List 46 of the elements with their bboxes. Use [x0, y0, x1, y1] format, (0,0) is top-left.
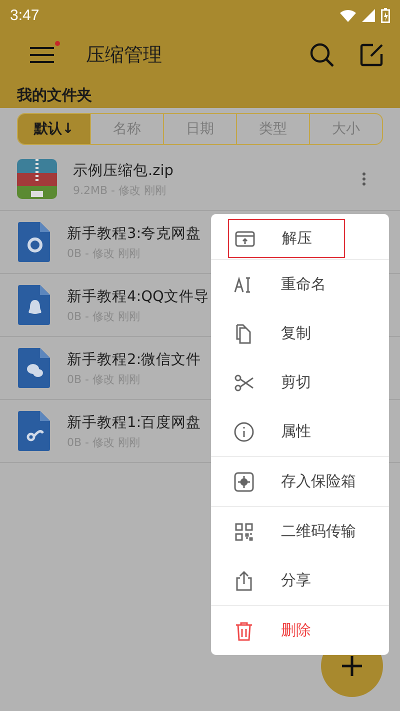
menu-icon [30, 45, 54, 65]
menu-label: 重命名 [281, 275, 326, 294]
menu-item[interactable]: 存入保险箱 [211, 457, 389, 506]
menu-item[interactable]: 重命名 [211, 260, 389, 309]
edit-icon [360, 43, 384, 67]
menu-item[interactable]: 分享 [211, 556, 389, 605]
zip-archive-icon [17, 159, 57, 199]
file-name: 示例压缩包.zip [73, 162, 174, 180]
folder-heading: 我的文件夹 [16, 85, 93, 106]
file-name: 新手教程4:QQ文件导 [67, 288, 209, 306]
trash-icon [233, 620, 255, 642]
info-icon [233, 420, 255, 442]
battery-icon [381, 8, 390, 22]
document-icon [17, 347, 51, 389]
plus-icon [342, 656, 362, 676]
file-name: 新手教程2:微信文件 [67, 350, 202, 368]
menu-label: 属性 [281, 422, 311, 441]
menu-item[interactable]: 剪切 [211, 358, 389, 407]
menu-item[interactable]: 复制 [211, 309, 389, 358]
more-icon[interactable] [362, 172, 366, 186]
document-icon [17, 221, 51, 263]
search-button[interactable] [308, 41, 336, 69]
menu-label: 剪切 [281, 373, 311, 392]
menu-label: 二维码传输 [281, 522, 356, 541]
document-icon [17, 410, 51, 452]
menu-item[interactable]: 二维码传输 [211, 507, 389, 556]
sort-tab[interactable]: 默认↓ [18, 114, 90, 144]
app-title: 压缩管理 [86, 43, 163, 68]
menu-label: 分享 [281, 571, 311, 590]
safe-icon [233, 470, 255, 492]
edit-button[interactable] [358, 41, 386, 69]
file-name: 新手教程3:夸克网盘 [67, 224, 202, 242]
signal-icon [362, 8, 375, 22]
search-icon [309, 42, 335, 68]
menu-label: 存入保险箱 [281, 472, 356, 491]
status-time: 3:47 [10, 6, 40, 24]
menu-label: 解压 [282, 229, 312, 248]
wifi-icon [340, 8, 356, 22]
qr-code-icon [233, 520, 255, 542]
menu-item[interactable]: 删除 [211, 606, 389, 655]
menu-label: 复制 [281, 324, 311, 343]
menu-item[interactable]: 属性 [211, 407, 389, 456]
file-name: 新手教程1:百度网盘 [67, 414, 202, 432]
document-icon [17, 284, 51, 326]
menu-label: 删除 [281, 621, 311, 640]
menu-item[interactable]: 解压 [228, 219, 345, 258]
